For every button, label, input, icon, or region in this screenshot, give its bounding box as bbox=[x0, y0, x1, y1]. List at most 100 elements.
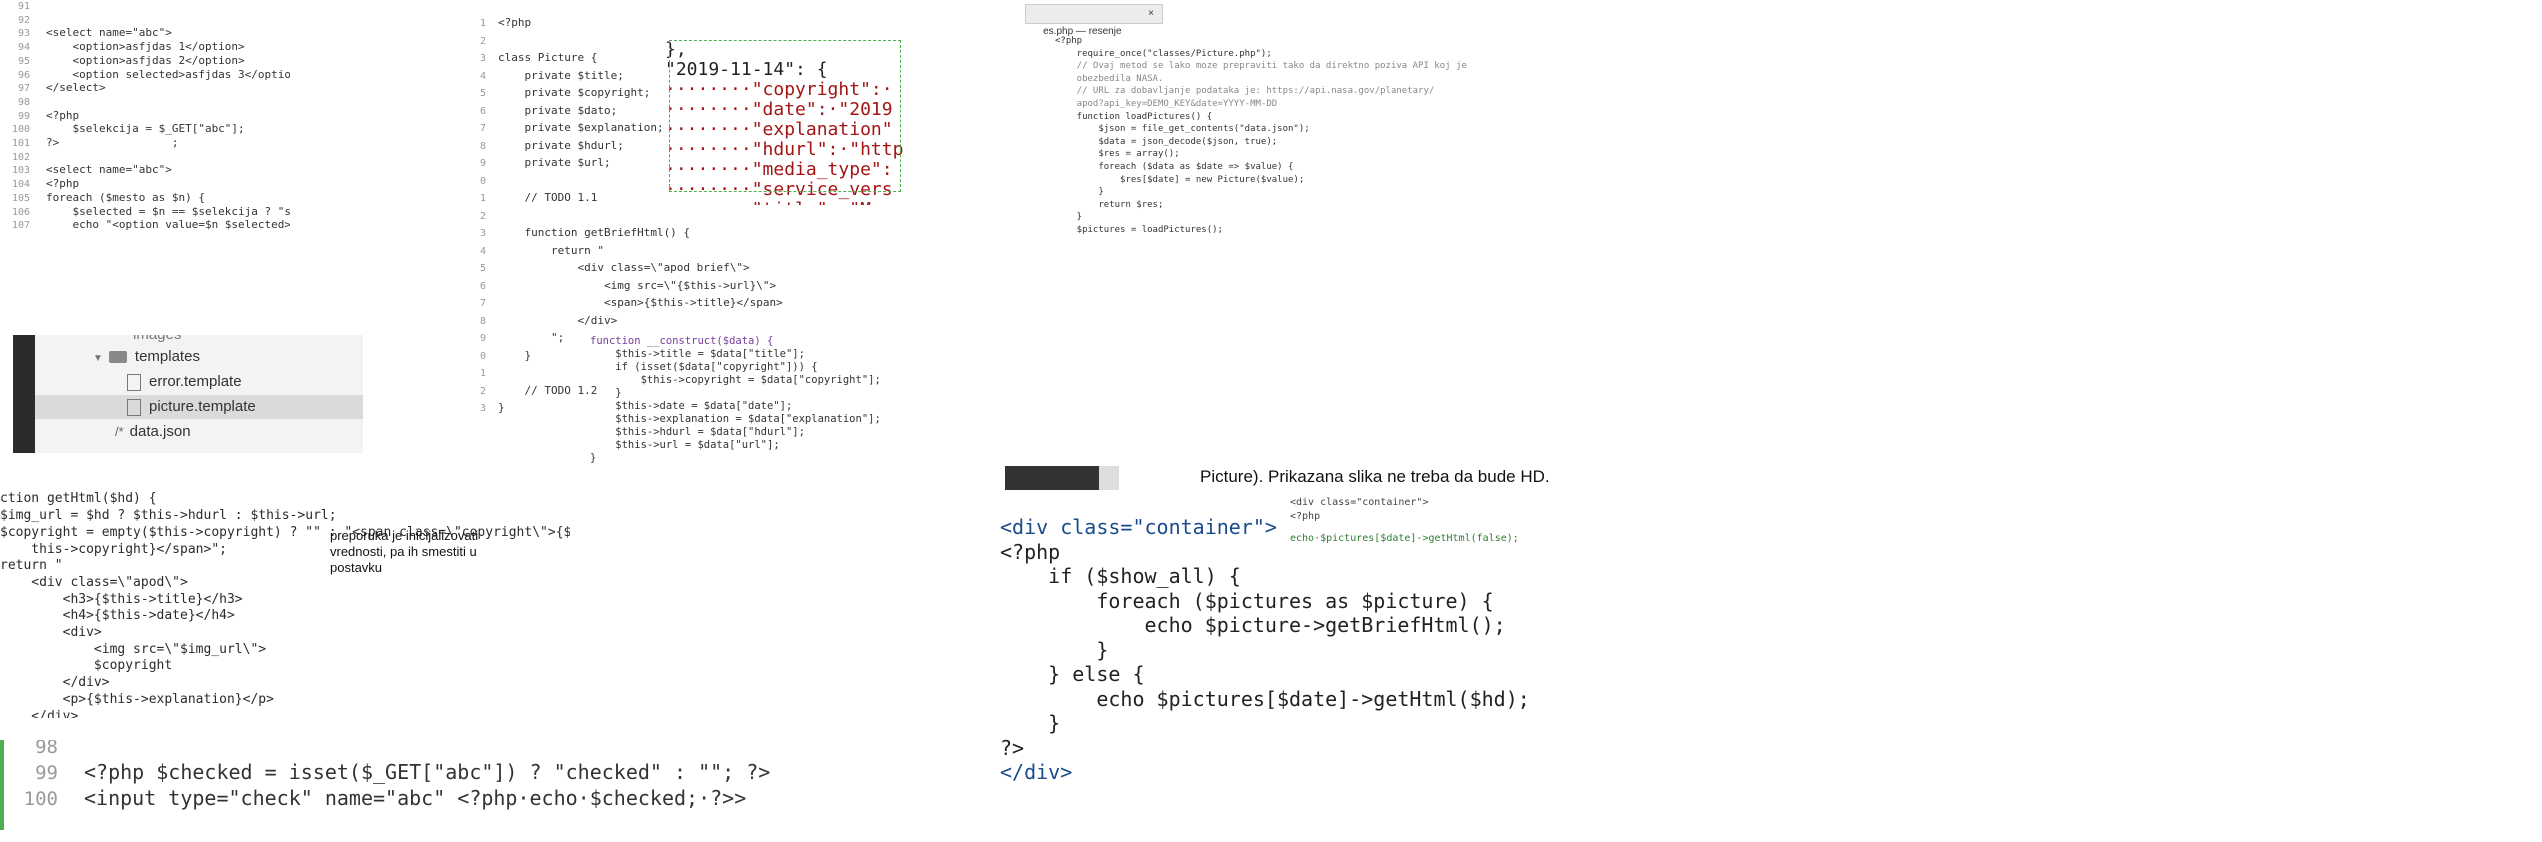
line-text: <?php bbox=[46, 108, 80, 122]
line-number: 98 bbox=[35, 740, 58, 758]
tree-item-data-json[interactable]: /* data.json bbox=[35, 420, 363, 444]
line-number: 98 bbox=[17, 96, 30, 108]
line-text: private $dato; bbox=[498, 103, 618, 117]
redacted-bar-light bbox=[1099, 466, 1119, 490]
line-number: 97 bbox=[17, 83, 30, 95]
code-line: $this->hdurl = $data["hdurl"]; bbox=[590, 426, 805, 438]
code-line: $pictures = loadPictures(); bbox=[1055, 224, 1223, 235]
caption-text: Picture). Prikazana slika ne treba da bu… bbox=[1200, 467, 1550, 486]
code-line: // URL za dobavljanje podataka je: https… bbox=[1055, 86, 1435, 97]
line-number: 94 bbox=[17, 42, 30, 54]
folder-icon bbox=[108, 351, 127, 364]
code-line: 3 function getBriefHtml() { bbox=[470, 225, 930, 243]
line-text: ?> ; bbox=[46, 136, 179, 150]
file-icon bbox=[127, 398, 141, 416]
line-number: 91 bbox=[17, 1, 30, 12]
line-number: 0 bbox=[479, 350, 486, 362]
line-text: <img src=\"{$this->url}\"> bbox=[498, 278, 777, 292]
line-text: // TODO 1.2 bbox=[498, 383, 598, 397]
line-text: foreach ($mesto as $n) { bbox=[46, 190, 205, 204]
code-line: 91 bbox=[0, 0, 290, 14]
code-line: 107 echo "<option value=$n $selected>$n<… bbox=[0, 218, 290, 230]
line-number: 107 bbox=[11, 220, 30, 230]
tree-item-error-template[interactable]: error.template bbox=[35, 370, 363, 394]
line-number: 99 bbox=[17, 110, 30, 122]
code-panel-constructor: function __construct($data) { $this->tit… bbox=[590, 335, 930, 475]
line-number: 7 bbox=[479, 298, 486, 309]
line-number: 9 bbox=[479, 158, 486, 169]
code-line: $json = file_get_contents("data.json"); bbox=[1055, 124, 1310, 135]
line-text: } bbox=[498, 348, 532, 362]
line-text: } bbox=[498, 401, 505, 414]
line-number: 104 bbox=[11, 179, 30, 191]
line-number: 106 bbox=[11, 206, 30, 218]
tree-item-picture-template[interactable]: picture.template bbox=[35, 395, 363, 419]
line-text: private $explanation; bbox=[498, 121, 664, 134]
line-text: <div class=\"apod brief\"> bbox=[498, 261, 750, 274]
code-panel-json: }, "2019-11-14": {········"copyright":· ··… bbox=[665, 0, 905, 206]
code-line: echo $picture->getBriefHtml(); bbox=[1000, 613, 1506, 637]
line-text: <?php bbox=[498, 16, 532, 29]
line-number: 5 bbox=[479, 263, 486, 274]
code-line: <div> bbox=[0, 625, 102, 641]
code-line: <?php bbox=[1290, 511, 1321, 522]
line-number: 96 bbox=[17, 69, 30, 81]
code-line: $this->date = $data["date"]; bbox=[590, 400, 793, 412]
code-line: </div> bbox=[0, 675, 110, 691]
line-text: // TODO 1.1 bbox=[498, 191, 598, 204]
caption-strip: Picture). Prikazana slika ne treba da bu… bbox=[1005, 462, 1585, 492]
code-line: echo·$pictures[$date]->getHtml(false); bbox=[1290, 533, 1519, 544]
line-text: private $title; bbox=[498, 68, 624, 82]
file-label: data.json bbox=[129, 423, 191, 440]
code-line: // Ovaj metod se lako moze prepraviti ta… bbox=[1055, 61, 1467, 72]
line-number: 102 bbox=[11, 151, 30, 163]
editor-tab[interactable]: es.php — resenje × bbox=[1025, 4, 1163, 37]
file-label: picture.template bbox=[149, 398, 256, 415]
line-number: 105 bbox=[11, 192, 30, 204]
line-text: private $url; bbox=[498, 156, 611, 169]
code-panel-checked: 98 99 <?php $checked = isset($_GET["abc"])… bbox=[0, 740, 800, 830]
line-number: 8 bbox=[479, 140, 486, 152]
code-line: 2 bbox=[470, 208, 930, 226]
code-line: 6 <img src=\"{$this->url}\"> bbox=[470, 278, 930, 296]
code-line: </div> bbox=[1000, 760, 1073, 784]
code-line: if ($show_all) { bbox=[1000, 564, 1241, 588]
line-number: 93 bbox=[17, 28, 30, 40]
code-line: <h4>{$this->date}</h4> bbox=[0, 608, 235, 624]
line-number: 95 bbox=[17, 55, 30, 67]
change-gutter bbox=[0, 740, 4, 830]
line-text: class Picture { bbox=[498, 51, 598, 64]
code-line: 94 <option>asfjdas 1</option> bbox=[0, 40, 290, 55]
code-line: 7 <span>{$this->title}</span> bbox=[470, 295, 930, 313]
close-icon[interactable]: × bbox=[1148, 5, 1154, 23]
code-line: } bbox=[1000, 637, 1109, 662]
line-number: 6 bbox=[479, 280, 486, 292]
code-line: $res[$date] = new Picture($value); bbox=[1055, 174, 1305, 185]
code-line: } bbox=[590, 387, 622, 399]
line-text: <option>asfjdas 2</option> bbox=[46, 53, 245, 67]
tree-folder-templates[interactable]: ▼ templates bbox=[35, 345, 363, 369]
line-text: echo "<option value=$n $selected>$n</opt… bbox=[72, 218, 290, 230]
code-line: } bbox=[1055, 187, 1104, 198]
line-number: 4 bbox=[479, 70, 486, 82]
code-line: } bbox=[1055, 212, 1083, 223]
code-line: require_once("classes/Picture.php"); bbox=[1055, 48, 1272, 59]
code-line: 93 <select name="abc"> bbox=[0, 27, 290, 41]
code-panel-gethtml: ction getHtml($hd) {$img_url = $hd ? $th… bbox=[0, 458, 570, 718]
code-line: <p>{$this->explanation}</p> bbox=[0, 691, 274, 707]
line-text: return " bbox=[498, 243, 604, 257]
code-line: 98 bbox=[0, 96, 290, 110]
line-number: 2 bbox=[479, 385, 486, 397]
folder-label: templates bbox=[134, 348, 200, 365]
line-number: 103 bbox=[11, 165, 30, 177]
file-tree: images ▼templates error.template picture… bbox=[13, 335, 363, 453]
code-line: $res = array(); bbox=[1055, 149, 1180, 160]
code-line: 4 return " bbox=[470, 243, 930, 261]
line-number: 100 bbox=[11, 124, 30, 136]
line-number: 99 bbox=[35, 762, 58, 784]
chevron-down-icon: ▼ bbox=[93, 353, 103, 364]
code-line: 106 $selected = $n == $selekcija ? "sele… bbox=[0, 205, 290, 220]
code-line: function __construct($data) { bbox=[590, 335, 774, 347]
code-line: $this->explanation = $data["explanation"… bbox=[590, 413, 881, 425]
code-line: 5 <div class=\"apod brief\"> bbox=[470, 260, 930, 278]
